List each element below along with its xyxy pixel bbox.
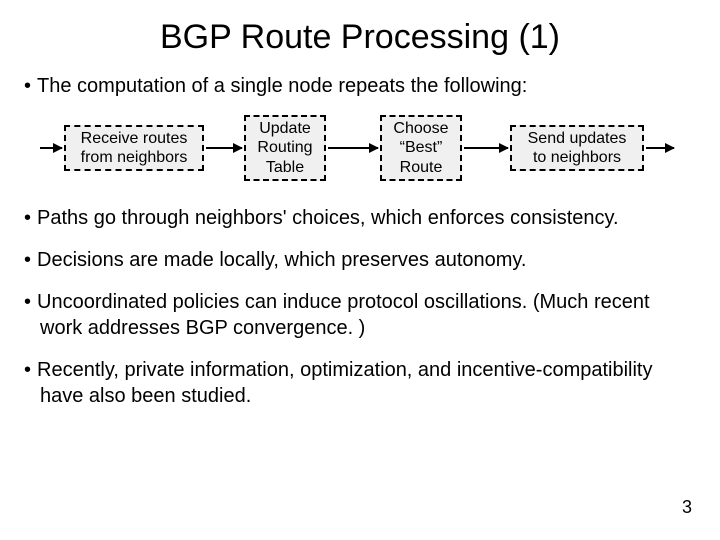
bullet-4: • Uncoordinated policies can induce proto… (0, 279, 720, 347)
slide-number: 3 (682, 497, 692, 518)
bullet-dot: • (24, 359, 31, 381)
arrow-1-2 (206, 147, 242, 149)
arrow-in (40, 147, 62, 149)
arrow-2-3 (328, 147, 378, 149)
bullet-5: • Recently, private information, optimiza… (0, 347, 720, 415)
bullet-3: • Decisions are made locally, which prese… (0, 237, 720, 279)
arrow-3-4 (464, 147, 508, 149)
bullet-1-text: The computation of a single node repeats… (37, 75, 527, 97)
slide-title: BGP Route Processing (1) (0, 0, 720, 67)
bullet-dot: • (24, 291, 31, 313)
bullet-dot: • (24, 207, 31, 229)
bullet-3-text: Decisions are made locally, which preser… (37, 249, 526, 271)
box-send: Send updates to neighbors (510, 125, 644, 171)
bullet-4-text: Uncoordinated policies can induce protoc… (37, 291, 650, 339)
bullet-dot: • (24, 75, 31, 97)
bullet-2: • Paths go through neighbors' choices, wh… (0, 199, 720, 237)
arrow-out (646, 147, 674, 149)
box-choose: Choose “Best” Route (380, 115, 462, 181)
process-diagram: Receive routes from neighbors Update Rou… (40, 109, 680, 189)
bullet-2-text: Paths go through neighbors' choices, whi… (37, 207, 619, 229)
bullet-1: • The computation of a single node repeat… (0, 67, 720, 105)
bullet-5-text: Recently, private information, optimizat… (37, 359, 652, 407)
box-update: Update Routing Table (244, 115, 326, 181)
bullet-dot: • (24, 249, 31, 271)
box-receive: Receive routes from neighbors (64, 125, 204, 171)
